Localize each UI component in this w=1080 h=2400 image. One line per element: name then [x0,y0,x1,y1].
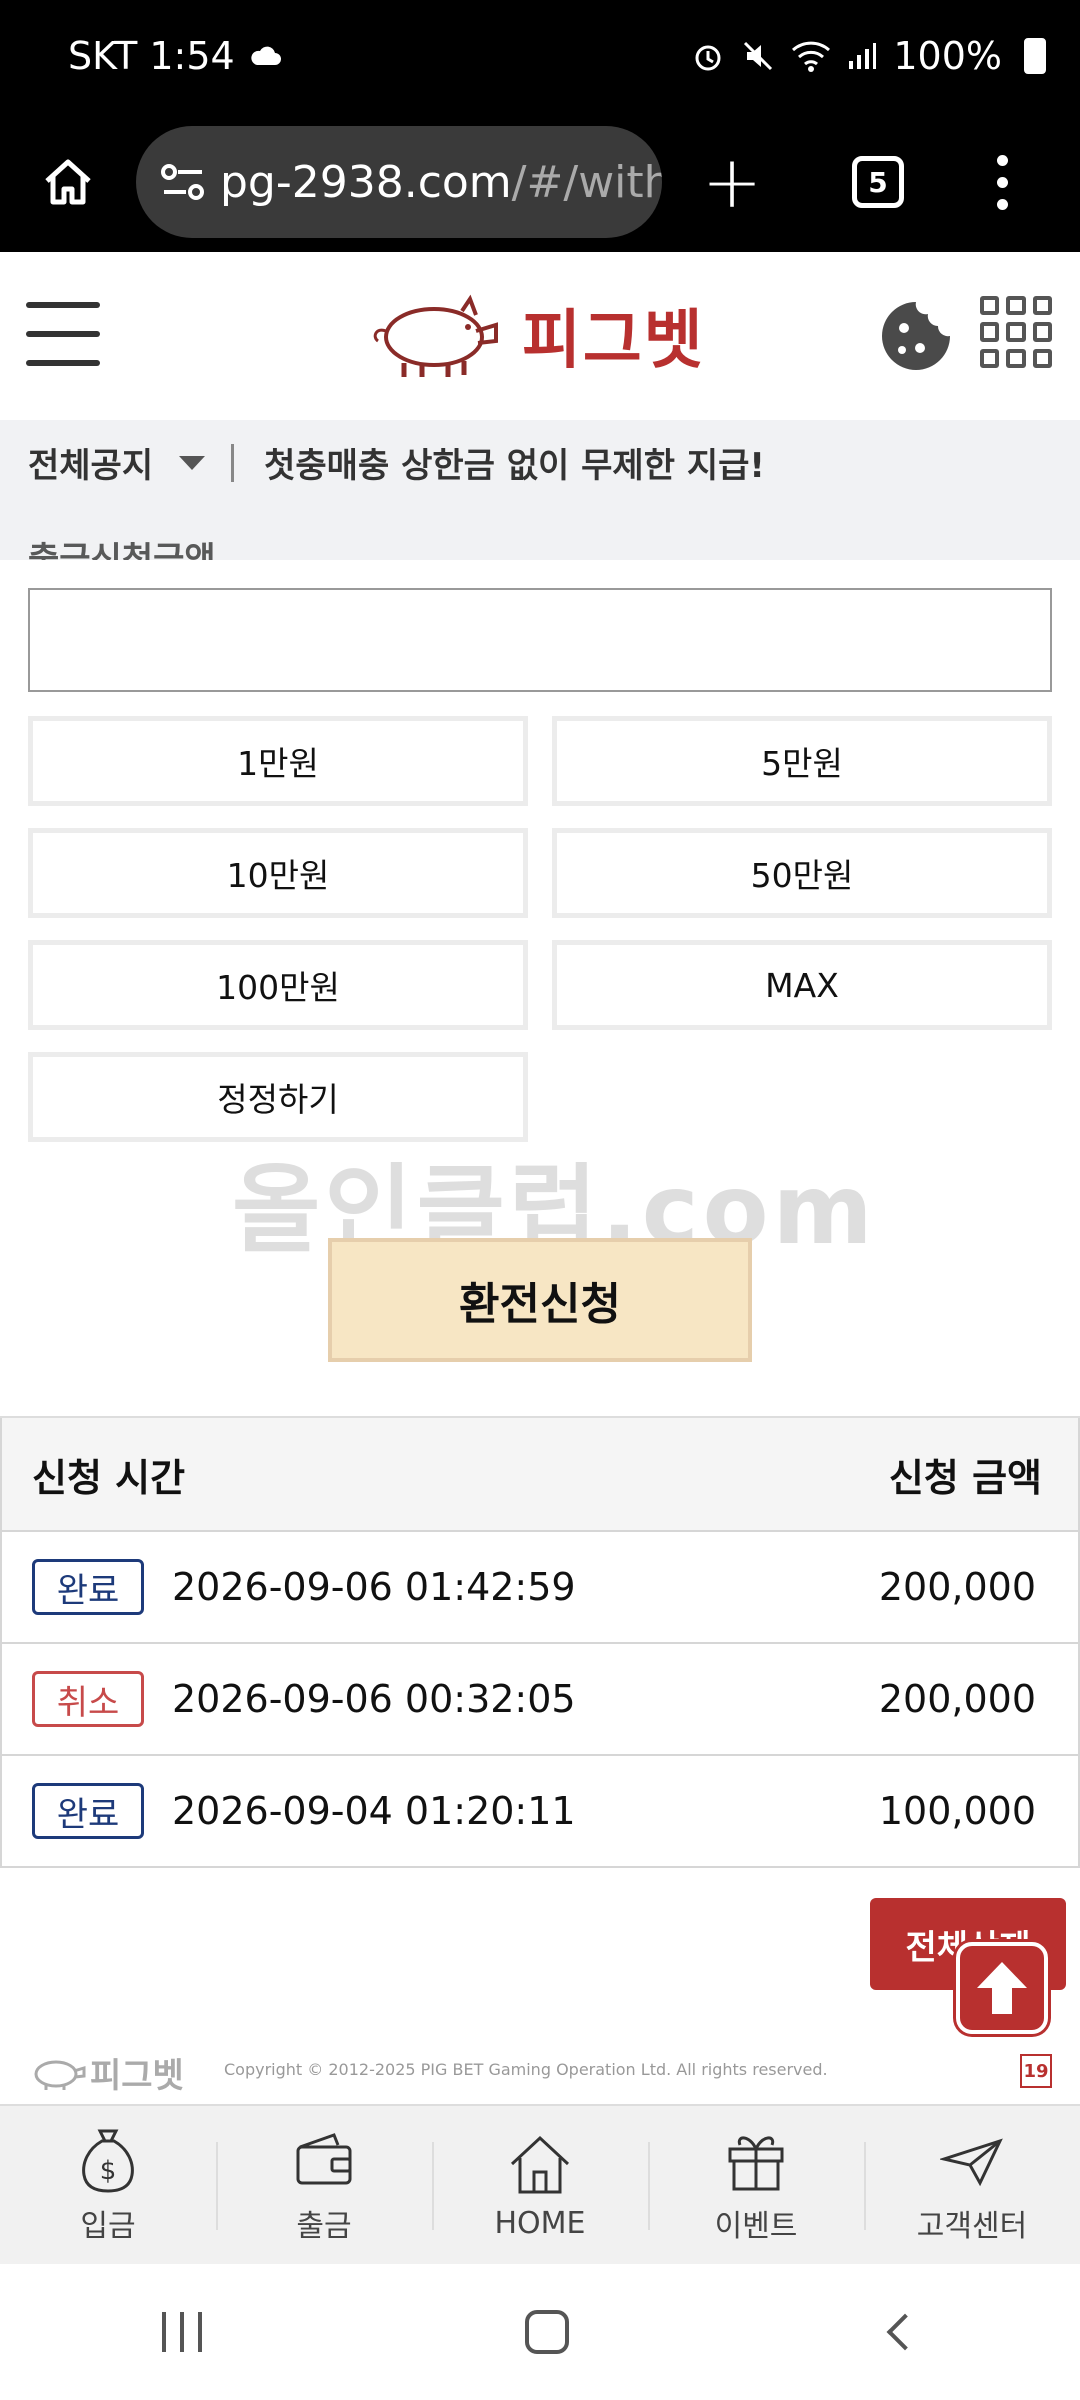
dropdown-caret-icon[interactable] [179,455,206,470]
footer: 피그벳 Copyright © 2012-2025 PIG BET Gaming… [0,2040,1080,2104]
nav-label: 이벤트 [714,2209,798,2244]
mute-icon [744,41,773,71]
url-path: /#/with [511,156,662,208]
nav-event[interactable]: 이벤트 [648,2106,864,2264]
quick-amount-100k-button[interactable]: 10만원 [28,828,528,918]
nav-support[interactable]: 고객센터 [864,2106,1080,2264]
quick-amount-500k-button[interactable]: 50만원 [552,828,1052,918]
nav-label: 입금 [80,2209,136,2244]
browser-home-button[interactable] [0,112,136,252]
grid-menu-icon[interactable] [980,296,1052,368]
table-header: 신청 시간 신청 금액 [0,1418,1080,1532]
notice-message[interactable]: 첫충매충 상한금 없이 무제한 지급! [264,438,765,487]
notice-bar: 전체공지 첫충매충 상한금 없이 무제한 지급! 출금신청금액 [0,420,1080,560]
status-badge: 취소 [32,1671,144,1727]
browser-menu-button[interactable] [972,112,1032,252]
quick-amount-max-button[interactable]: MAX [552,940,1052,1030]
browser-toolbar: pg-2938.com/#/with + 5 [0,112,1080,252]
withdraw-submit-button[interactable]: 환전신청 [328,1238,752,1362]
recent-apps-icon[interactable] [161,2312,202,2352]
pig-icon [34,2060,86,2090]
copyright-text: Copyright © 2012-2025 PIG BET Gaming Ope… [224,2060,828,2079]
cloud-icon [251,46,281,65]
request-time: 2026-09-04 01:20:11 [172,1789,576,1833]
arrow-up-icon [977,1962,1027,2014]
footer-logo: 피그벳 [28,2048,184,2097]
request-amount: 200,000 [878,1565,1036,1609]
status-badge: 완료 [32,1783,144,1839]
reset-amount-button[interactable]: 정정하기 [28,1052,528,1142]
column-header-amount: 신청 금액 [888,1455,1042,1500]
page: SKT 1:54 100% pg-2938.com/#/with + 5 피그벳… [0,0,1080,2400]
quick-amount-1m-button[interactable]: 100만원 [28,940,528,1030]
status-bar: SKT 1:54 100% [0,0,1080,112]
wallet-icon [296,2133,352,2185]
scroll-top-button[interactable] [956,1942,1048,2034]
status-badge: 완료 [32,1559,144,1615]
column-header-time: 신청 시간 [32,1455,186,1500]
withdraw-amount-input[interactable] [28,588,1052,692]
table-row[interactable]: 완료 2026-09-06 01:42:59 200,000 [0,1532,1080,1644]
request-amount: 100,000 [878,1789,1036,1833]
age-restriction-badge: 19 [1020,2054,1052,2088]
nav-label: 고객센터 [916,2209,1028,2244]
url-domain: pg-2938.com [220,156,512,208]
pig-icon [373,294,498,377]
request-amount: 200,000 [878,1677,1036,1721]
house-icon [510,2135,570,2193]
gift-icon [728,2136,784,2191]
alarm-icon [695,45,721,71]
withdraw-history-table: 신청 시간 신청 금액 완료 2026-09-06 01:42:59 200,0… [0,1416,1080,1868]
battery-icon [1024,38,1046,74]
cookie-icon[interactable] [880,300,952,372]
back-icon[interactable] [886,2313,924,2351]
section-label: 출금신청금액 [28,540,216,560]
plus-icon: + [701,140,763,224]
site-logo[interactable]: 피그벳 [364,280,724,390]
tab-switcher-button[interactable]: 5 [852,156,904,208]
site-settings-icon[interactable] [160,153,206,211]
carrier-time: SKT 1:54 [68,34,235,78]
request-time: 2026-09-06 00:32:05 [172,1677,576,1721]
wifi-icon [792,41,831,72]
home-icon [45,159,91,205]
request-time: 2026-09-06 01:42:59 [172,1565,576,1609]
svg-text:$: $ [100,2156,117,2186]
nav-label: 출금 [296,2209,352,2244]
money-bag-icon: $ [82,2129,134,2193]
battery-percent: 100% [893,34,1002,78]
logo-text: 피그벳 [522,304,705,378]
signal-icon [849,43,877,69]
nav-home[interactable]: HOME [432,2106,648,2264]
notice-category[interactable]: 전체공지 [28,438,153,487]
nav-label: HOME [494,2205,586,2241]
quick-amount-10k-button[interactable]: 1만원 [28,716,528,806]
hamburger-menu-icon[interactable] [26,302,100,366]
system-home-icon[interactable] [524,2310,569,2354]
paper-plane-icon [940,2138,1003,2187]
divider [231,443,235,482]
table-row[interactable]: 완료 2026-09-04 01:20:11 100,000 [0,1756,1080,1868]
nav-withdraw[interactable]: 출금 [216,2106,432,2264]
new-tab-button[interactable]: + [662,112,802,252]
bottom-nav: $ 입금 출금 HOME 이벤트 고객센터 [0,2104,1080,2264]
footer-logo-text: 피그벳 [90,2056,184,2096]
nav-deposit[interactable]: $ 입금 [0,2106,216,2264]
site-header: 피그벳 [0,252,1080,420]
table-row[interactable]: 취소 2026-09-06 00:32:05 200,000 [0,1644,1080,1756]
url-bar[interactable]: pg-2938.com/#/with [136,126,662,238]
quick-amount-50k-button[interactable]: 5만원 [552,716,1052,806]
system-nav-bar [0,2264,1080,2400]
